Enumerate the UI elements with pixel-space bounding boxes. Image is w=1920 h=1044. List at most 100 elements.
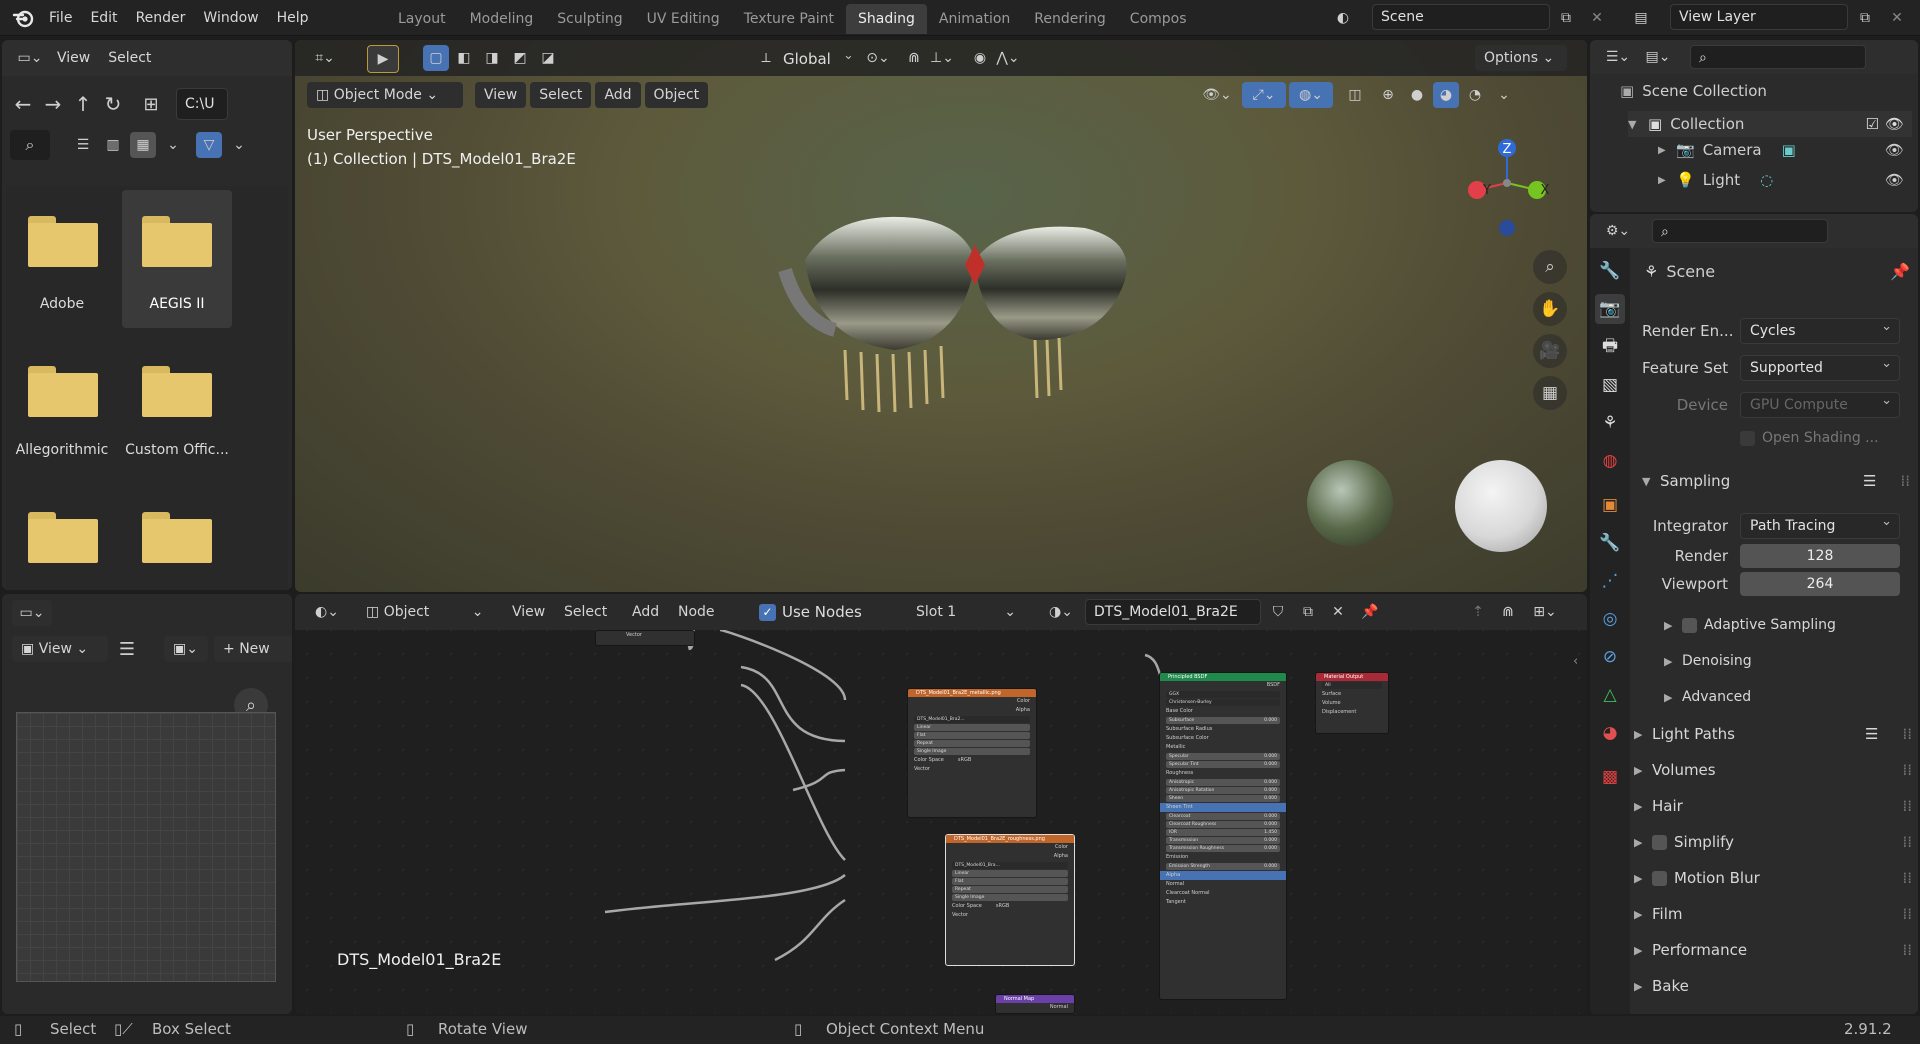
menu-window[interactable]: Window	[194, 0, 267, 36]
material-tab-icon[interactable]: ◕	[1595, 718, 1625, 748]
refresh-icon[interactable]: ↻	[100, 91, 126, 117]
open-shading-row[interactable]: Open Shading ...	[1740, 423, 1879, 453]
pan-hand-icon[interactable]: ✋	[1533, 292, 1567, 326]
modifier-tab-icon[interactable]: 🔧	[1595, 528, 1625, 558]
drag-handle-icon[interactable]: ⁞⁞	[1900, 472, 1910, 490]
forward-icon[interactable]: →	[40, 91, 66, 117]
tab-modeling[interactable]: Modeling	[458, 4, 546, 34]
denoising-subpanel[interactable]: ▶ Denoising	[1664, 646, 1752, 676]
ne-menu-view[interactable]: View	[503, 599, 554, 625]
xray-icon[interactable]: ◫	[1342, 82, 1368, 108]
image-texture-node-metallic[interactable]: DTS_Model01_Bra2E_metallic.png Color Alp…	[907, 688, 1037, 818]
snap-element-icon[interactable]: ⊞⌄	[1525, 599, 1565, 625]
parent-dir-icon[interactable]: ↑	[70, 91, 96, 117]
bsdf-input-row[interactable]: Transmission Roughness 0.000	[1166, 845, 1280, 852]
shading-options-icon[interactable]: ⌄	[1491, 82, 1517, 108]
fb-menu-view[interactable]: View	[48, 40, 99, 76]
wireframe-shading-icon[interactable]: ⊕	[1375, 82, 1401, 108]
exclude-checkbox-icon[interactable]: ☑	[1866, 115, 1879, 133]
rendered-shading-icon[interactable]: ◔	[1462, 82, 1488, 108]
options-dropdown[interactable]: Options ⌄	[1475, 45, 1567, 71]
vertical-list-icon[interactable]: ☰	[70, 132, 96, 158]
fb-menu-select[interactable]: Select	[99, 40, 160, 76]
tool-tab-icon[interactable]: 🔧	[1595, 256, 1625, 286]
shader-type-dropdown[interactable]: ◫ Object ⌄	[357, 599, 485, 625]
solid-shading-icon[interactable]: ●	[1404, 82, 1430, 108]
drag-handle-icon[interactable]: ⁞⁞	[1902, 797, 1912, 815]
editor-type-icon[interactable]: ⌗⌄	[305, 45, 345, 71]
output-tab-icon[interactable]: 🖶	[1595, 332, 1625, 362]
tab-shading[interactable]: Shading	[846, 4, 927, 34]
scene-new-icon[interactable]: ⧉	[1553, 5, 1579, 31]
view-layer-close-icon[interactable]: ✕	[1884, 5, 1910, 31]
render-tab-icon[interactable]: 📷	[1595, 294, 1625, 324]
object-mode-dropdown[interactable]: ◫ Object Mode ⌄	[307, 82, 463, 108]
filter-options-icon[interactable]: ⌄	[226, 132, 252, 158]
select-intersect-icon[interactable]: ◪	[535, 45, 561, 71]
outliner-row-collection[interactable]: ▼ ▣ Collection ☑ 👁	[1628, 111, 1912, 137]
tab-animation[interactable]: Animation	[927, 4, 1022, 34]
interpolation-dropdown[interactable]: Linear	[914, 724, 1030, 731]
material-preview-icon[interactable]: ◕	[1433, 82, 1459, 108]
expand-right-icon[interactable]: ▶	[1658, 175, 1676, 186]
pin-icon[interactable]: 📌	[1890, 262, 1910, 281]
editor-type-icon[interactable]: ◐⌄	[307, 599, 347, 625]
image-selector[interactable]: DTS_Model01_Bra...	[952, 862, 1068, 869]
outliner-row-camera[interactable]: ▶ 📷 Camera ▣ 👁	[1658, 141, 1912, 159]
bsdf-input-row[interactable]: Subsurface Radius	[1160, 725, 1286, 734]
drag-handle-icon[interactable]: ⁞⁞	[1902, 725, 1912, 743]
bsdf-input-row[interactable]: Clearcoat 0.000	[1166, 813, 1280, 820]
use-nodes-checkbox[interactable]: ✓ Use Nodes	[759, 603, 862, 621]
bsdf-input-row[interactable]: Subsurface 0.000	[1166, 717, 1280, 724]
output-target-dropdown[interactable]: All	[1322, 682, 1382, 689]
snap-target-icon[interactable]: ⊥⌄	[929, 45, 955, 71]
bsdf-input-row[interactable]: Subsurface Color	[1160, 734, 1286, 743]
view-layer-field[interactable]: View Layer	[1670, 4, 1848, 30]
object-tab-icon[interactable]: ▣	[1595, 490, 1625, 520]
drag-handle-icon[interactable]: ⁞⁞	[1902, 761, 1912, 779]
particles-tab-icon[interactable]: ⋰	[1595, 566, 1625, 596]
presets-list-icon[interactable]: ☰	[1863, 472, 1876, 490]
advanced-subpanel[interactable]: ▶ Advanced	[1664, 682, 1751, 712]
ne-menu-node[interactable]: Node	[669, 599, 724, 625]
uv-grid[interactable]	[16, 712, 276, 982]
bsdf-input-row[interactable]: Anisotropic Rotation 0.000	[1166, 787, 1280, 794]
motion-blur-panel[interactable]: ▶ Motion Blur ⁞⁞	[1634, 860, 1916, 896]
film-panel[interactable]: ▶ Film ⁞⁞	[1634, 896, 1916, 932]
folder-item[interactable]: Custom Offic...	[122, 336, 232, 474]
folder-item[interactable]	[12, 482, 112, 582]
material-name-field[interactable]: DTS_Model01_Bra2E	[1085, 599, 1261, 625]
horizontal-list-icon[interactable]: ▥	[100, 132, 126, 158]
mapping-node-stub[interactable]: Vector	[595, 630, 695, 646]
scene-tab-icon[interactable]: ⚘	[1595, 408, 1625, 438]
texture-tab-icon[interactable]: ▩	[1595, 762, 1625, 792]
ortho-grid-icon[interactable]: ▦	[1533, 376, 1567, 410]
editor-type-icon[interactable]: ☰⌄	[1598, 44, 1638, 70]
tab-rendering[interactable]: Rendering	[1022, 4, 1118, 34]
material-browse-icon[interactable]: ◑⌄	[1041, 599, 1081, 625]
principled-bsdf-node[interactable]: Principled BSDF BSDF GGX Christensen-Bur…	[1159, 672, 1287, 1000]
bsdf-input-row[interactable]: Roughness	[1160, 769, 1286, 778]
distribution-dropdown[interactable]: GGX	[1166, 691, 1280, 698]
bsdf-input-row[interactable]: Metallic	[1160, 743, 1286, 752]
3d-viewport[interactable]: ⌗⌄ ▶ ▢ ◧ ◨ ◩ ◪ ⟂ Global ⌄ ⊙⌄ ⋒ ⊥⌄ ◉ ⋀⌄ O…	[295, 40, 1587, 592]
overlay-toggle-icon[interactable]: ◍⌄	[1289, 82, 1333, 108]
view-layer-new-icon[interactable]: ⧉	[1852, 5, 1878, 31]
eye-icon[interactable]: 👁	[1885, 171, 1904, 189]
feature-set-dropdown[interactable]: Supported	[1740, 352, 1900, 381]
light-paths-panel[interactable]: ▶ Light Paths ☰ ⁞⁞	[1634, 716, 1916, 752]
view-mode-dropdown[interactable]: ▣ View ⌄	[12, 636, 108, 662]
menu-icon[interactable]: ☰	[114, 636, 140, 662]
bsdf-input-row[interactable]: Emission	[1160, 853, 1286, 862]
visibility-icon[interactable]: 👁⌄	[1195, 82, 1239, 108]
camera-view-icon[interactable]: 🎥	[1533, 334, 1567, 368]
shader-node-editor[interactable]: ◐⌄ ◫ Object ⌄ View Select Add Node ✓ Use…	[295, 594, 1587, 1014]
orientation-label[interactable]: Global	[783, 50, 831, 68]
fake-user-shield-icon[interactable]: ⛉	[1265, 599, 1291, 625]
zoom-icon[interactable]: ⌕	[1533, 250, 1567, 284]
render-samples-field[interactable]: 128	[1740, 544, 1900, 568]
select-tool-icon[interactable]: ▶	[367, 45, 399, 73]
bsdf-input-row[interactable]: Sheen 0.000	[1166, 795, 1280, 802]
view-layer-tab-icon[interactable]: ▧	[1595, 370, 1625, 400]
object-data-tab-icon[interactable]: △	[1595, 680, 1625, 710]
